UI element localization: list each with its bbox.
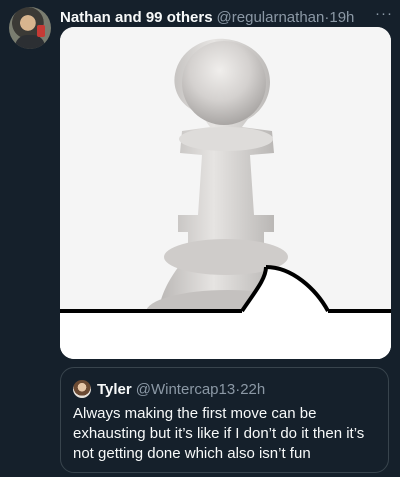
pawn-head bbox=[182, 41, 266, 125]
quote-tweet-card[interactable]: Tyler @Wintercap13 · 22h Always making t… bbox=[60, 367, 389, 473]
tweet-image[interactable] bbox=[60, 27, 391, 359]
more-options-icon[interactable]: ··· bbox=[375, 5, 393, 22]
pawn-image bbox=[60, 27, 391, 359]
quote-text: Always making the first move can be exha… bbox=[73, 405, 365, 462]
quote-author-handle[interactable]: @Wintercap13 bbox=[136, 381, 235, 398]
quote-avatar[interactable] bbox=[73, 380, 91, 398]
author-avatar[interactable] bbox=[9, 7, 51, 49]
quote-author-name[interactable]: Tyler bbox=[97, 381, 132, 398]
timestamp[interactable]: 19h bbox=[329, 9, 354, 26]
tweet-header: Nathan and 99 others @regularnathan · 19… bbox=[60, 7, 390, 27]
quote-header: Tyler @Wintercap13 · 22h bbox=[73, 380, 265, 398]
author-name[interactable]: Nathan and 99 others bbox=[60, 9, 213, 26]
avatar-shirt bbox=[15, 35, 45, 49]
avatar-cup bbox=[37, 25, 45, 37]
author-handle[interactable]: @regularnathan bbox=[217, 9, 325, 26]
quote-timestamp[interactable]: 22h bbox=[240, 381, 265, 398]
pawn-collar bbox=[179, 127, 273, 151]
